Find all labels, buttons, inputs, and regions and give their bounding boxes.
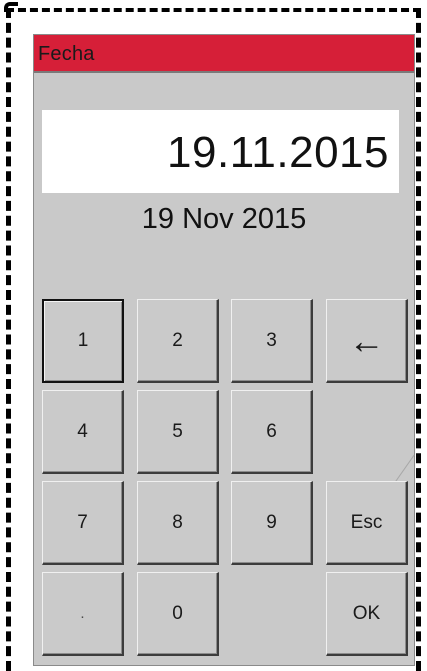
backspace-button[interactable]: ←	[326, 299, 408, 383]
date-dialog: Fecha 19.11.2015 19 Nov 2015 1 2 3 ← 4 5…	[33, 34, 425, 666]
key-5-button[interactable]: 5	[137, 390, 219, 474]
key-7-button[interactable]: 7	[42, 481, 124, 565]
key-0-button[interactable]: 0	[137, 572, 219, 656]
key-8-button[interactable]: 8	[137, 481, 219, 565]
frame-corner-mark	[4, 2, 18, 12]
key-2-button[interactable]: 2	[137, 299, 219, 383]
date-input-field[interactable]: 19.11.2015	[42, 110, 399, 193]
title-bar: Fecha	[34, 35, 414, 73]
ok-button[interactable]: OK	[326, 572, 408, 656]
key-4-button[interactable]: 4	[42, 390, 124, 474]
dialog-title: Fecha	[38, 43, 95, 65]
key-1-button[interactable]: 1	[42, 299, 124, 383]
decimal-point-button[interactable]: .	[42, 572, 124, 656]
date-long-label: 19 Nov 2015	[141, 203, 307, 235]
key-9-button[interactable]: 9	[231, 481, 313, 565]
backspace-arrow-icon: ←	[348, 319, 385, 361]
key-6-button[interactable]: 6	[231, 390, 313, 474]
key-3-button[interactable]: 3	[231, 299, 313, 383]
date-value: 19.11.2015	[167, 128, 389, 177]
esc-button[interactable]: Esc	[326, 481, 408, 565]
